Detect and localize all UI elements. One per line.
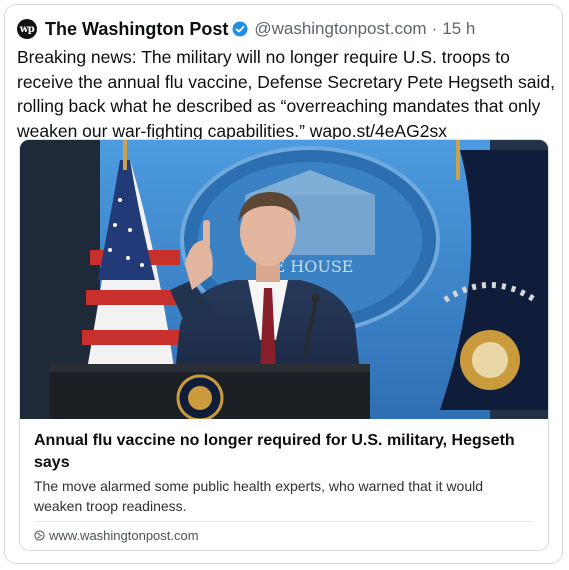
link-card-description: The move alarmed some public health expe… [34,478,484,514]
separator-dot: · [431,19,438,38]
link-preview-card[interactable]: ITE HOUSE Annual flu vaccine no longer r… [19,139,549,551]
avatar[interactable]: wp [17,19,37,39]
post-card[interactable]: wp The Washington Post @washingtonpost.c… [4,4,563,564]
author-name[interactable]: The Washington Post [45,19,228,40]
link-card-domain[interactable]: www.washingtonpost.com [34,528,199,543]
post-timestamp[interactable]: 15 h [442,19,475,39]
globe-icon [34,530,45,541]
post-text: Breaking news: The military will no long… [17,47,555,141]
post-header: wp The Washington Post @washingtonpost.c… [17,17,475,41]
domain-text: www.washingtonpost.com [49,528,199,543]
link-card-title[interactable]: Annual flu vaccine no longer required fo… [34,430,534,474]
author-handle[interactable]: @washingtonpost.com [254,19,426,39]
press-briefing-photo-icon[interactable]: ITE HOUSE [20,140,548,422]
card-divider [34,521,534,522]
verified-badge-icon [232,21,248,37]
